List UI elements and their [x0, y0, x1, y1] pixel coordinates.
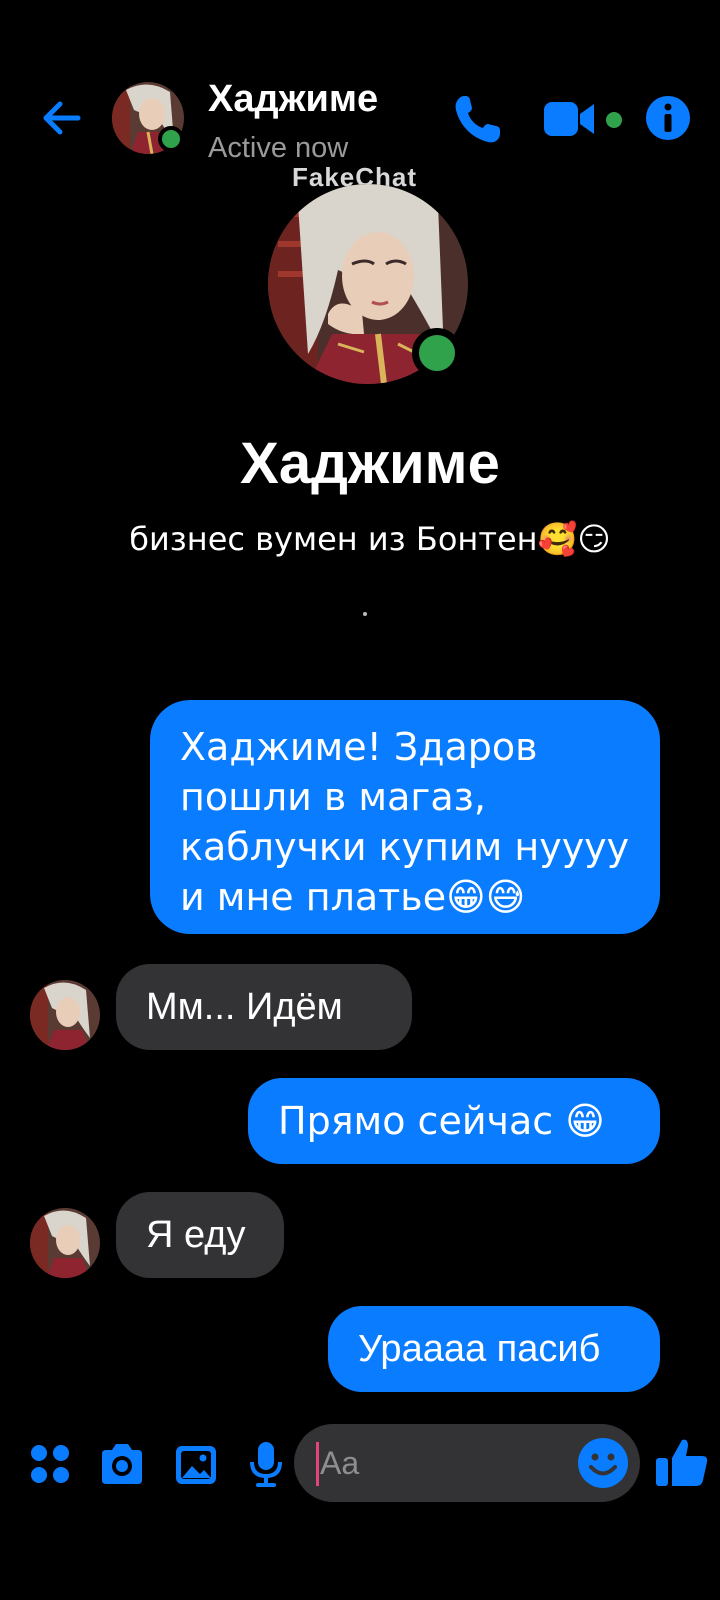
profile-name: Хаджиме	[240, 431, 500, 496]
back-button[interactable]	[38, 94, 86, 142]
apps-button[interactable]	[24, 1438, 76, 1490]
online-indicator	[412, 328, 462, 378]
divider-dot	[363, 612, 367, 616]
message-bubble-outgoing[interactable]: Ураааа пасиб	[328, 1306, 660, 1392]
camera-button[interactable]	[96, 1438, 148, 1490]
message-bubble-outgoing[interactable]: Хаджиме! Здаров пошли в магаз, каблучки …	[150, 700, 660, 934]
message-bubble-incoming[interactable]: Я еду	[116, 1192, 284, 1278]
thumbs-up-button[interactable]	[654, 1434, 710, 1490]
active-status: Active now	[208, 132, 349, 164]
message-composer	[0, 1420, 720, 1510]
audio-call-button[interactable]	[450, 92, 504, 146]
message-input-container[interactable]	[294, 1424, 640, 1502]
sender-avatar[interactable]	[30, 980, 100, 1050]
message-bubble-outgoing[interactable]: Прямо сейчас 😁	[248, 1078, 660, 1164]
video-online-dot	[606, 112, 622, 128]
camera-icon	[102, 1444, 142, 1484]
microphone-button[interactable]	[240, 1438, 292, 1490]
header-avatar[interactable]	[112, 82, 184, 154]
contact-name[interactable]: Хаджиме	[208, 78, 378, 121]
profile-bio: бизнес вумен из Бонтен🥰😏	[129, 520, 611, 558]
online-indicator	[158, 126, 184, 152]
gallery-button[interactable]	[170, 1438, 222, 1490]
emoji-icon	[578, 1438, 628, 1488]
video-camera-icon	[544, 102, 594, 136]
message-bubble-incoming[interactable]: Мм... Идём	[116, 964, 412, 1050]
thumbs-up-icon	[656, 1439, 708, 1486]
arrow-left-icon	[43, 101, 81, 135]
apps-icon	[31, 1445, 69, 1483]
text-caret	[316, 1442, 319, 1486]
message-input[interactable]	[320, 1440, 570, 1486]
microphone-icon	[250, 1442, 282, 1487]
phone-icon	[455, 96, 500, 143]
profile-avatar[interactable]	[268, 184, 468, 384]
chat-header: Хаджиме Active now	[0, 70, 720, 170]
chat-screen: Хаджиме Active now FakeChat Хаджиме бизн…	[0, 0, 720, 1600]
sender-avatar[interactable]	[30, 1208, 100, 1278]
gallery-icon	[176, 1446, 216, 1484]
video-call-button[interactable]	[544, 98, 600, 140]
emoji-button[interactable]	[576, 1436, 630, 1490]
info-icon	[646, 96, 690, 140]
info-button[interactable]	[646, 96, 690, 140]
